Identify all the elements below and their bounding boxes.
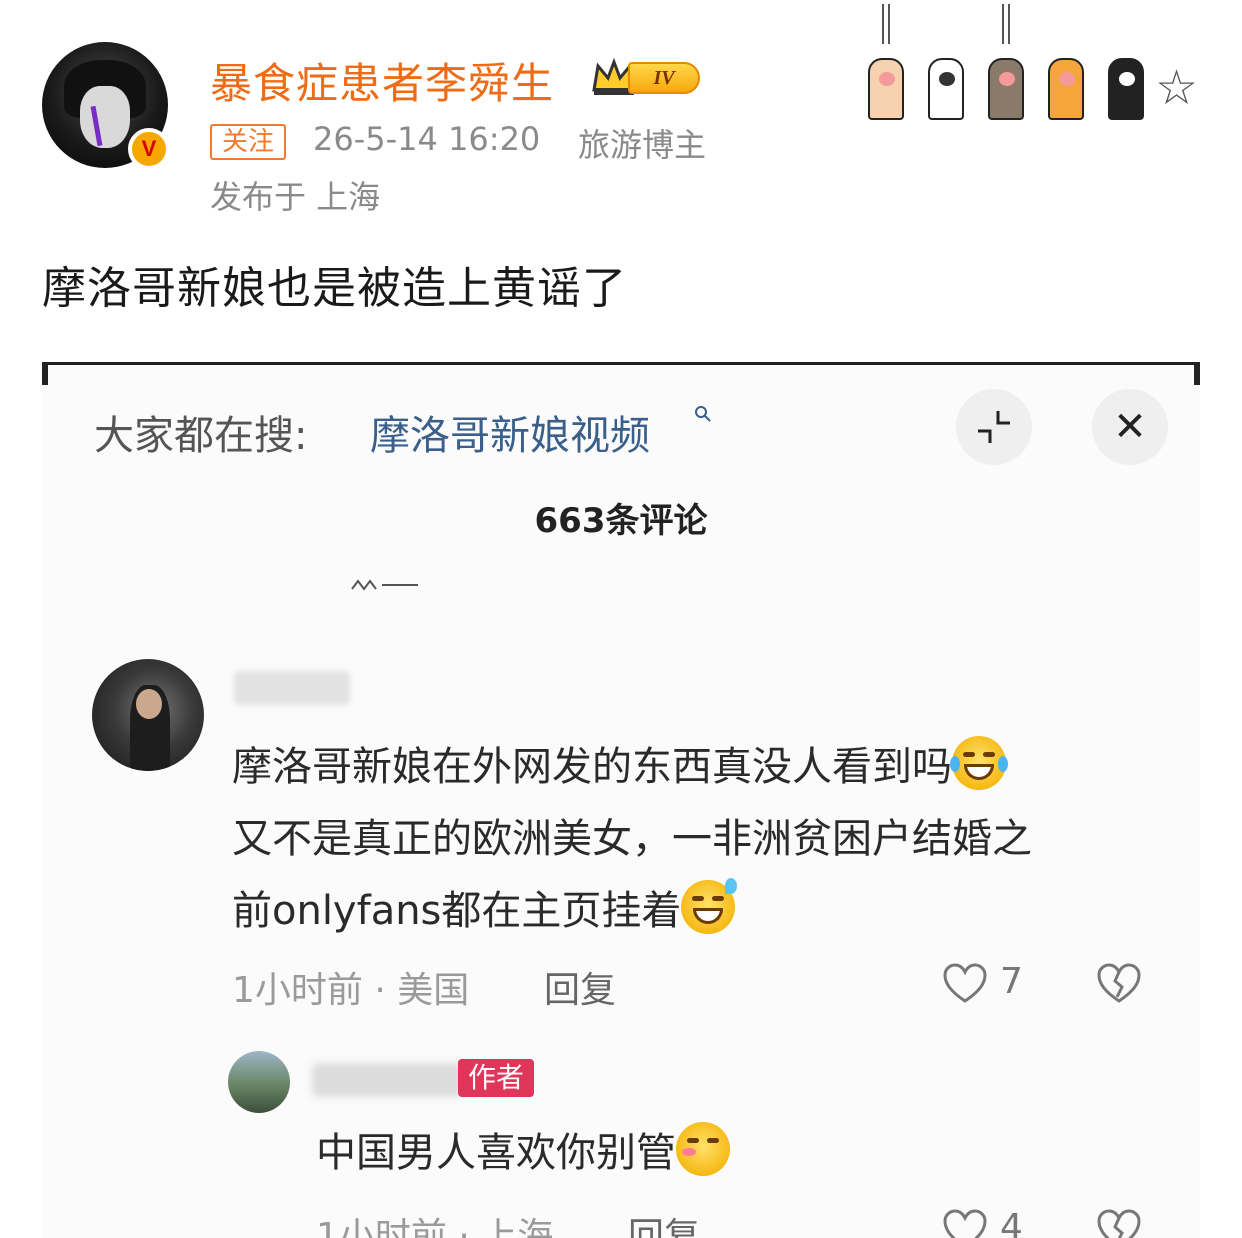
reply-button[interactable]: 回复 bbox=[544, 961, 616, 1013]
collapse-icon bbox=[978, 411, 1010, 443]
paw-icon bbox=[868, 58, 904, 120]
like-count: 4 bbox=[1000, 1207, 1023, 1238]
scratch-mark bbox=[1002, 4, 1004, 44]
author-username[interactable]: 暴食症患者李舜生 bbox=[210, 50, 554, 111]
like-count: 7 bbox=[1000, 961, 1023, 1002]
search-icon bbox=[695, 406, 711, 422]
avatar-face bbox=[136, 689, 162, 719]
comment-line: 又不是真正的欧洲美女，一非洲贫困户结婚之 bbox=[232, 816, 1032, 862]
reply-text: 中国男人喜欢你别管 bbox=[316, 1117, 730, 1189]
heart-icon[interactable] bbox=[942, 963, 988, 1005]
smirk-emoji-icon bbox=[676, 1122, 730, 1176]
star-icon[interactable]: ☆ bbox=[1155, 64, 1198, 112]
search-prefix: 大家都在搜: bbox=[94, 413, 308, 459]
crying-laughing-emoji-icon bbox=[950, 736, 1008, 790]
comment-line: 前onlyfans都在主页挂着 bbox=[232, 888, 682, 934]
search-term-link[interactable]: 摩洛哥新娘视频 bbox=[370, 403, 650, 461]
author-tag: 旅游博主 bbox=[578, 126, 707, 164]
level-badge: IV bbox=[590, 56, 704, 98]
close-button[interactable]: ✕ bbox=[1092, 389, 1168, 465]
minimize-button[interactable] bbox=[956, 389, 1032, 465]
comment-count: 663条评论 bbox=[534, 501, 708, 541]
scratch-mark bbox=[882, 4, 884, 44]
comment-meta: 1小时前 · 美国 bbox=[232, 970, 470, 1011]
cat-paws-decoration: ☆ bbox=[862, 4, 1202, 120]
avatar-face bbox=[80, 86, 130, 148]
paw-icon bbox=[928, 58, 964, 120]
post-location: 发布于 上海 bbox=[210, 178, 381, 216]
scratch-mark bbox=[1008, 4, 1010, 44]
scribble-mark bbox=[351, 579, 418, 591]
broken-heart-icon[interactable] bbox=[1096, 1209, 1142, 1238]
broken-heart-icon[interactable] bbox=[1096, 963, 1142, 1005]
comment-line: 摩洛哥新娘在外网发的东西真没人看到吗 bbox=[232, 744, 952, 790]
post-time: 26-5-14 16:20 bbox=[313, 120, 541, 158]
comment-text: 摩洛哥新娘在外网发的东西真没人看到吗 又不是真正的欧洲美女，一非洲贫困户结婚之 … bbox=[232, 731, 1162, 947]
grinning-sweat-emoji-icon bbox=[681, 878, 738, 934]
scratch-mark bbox=[888, 4, 890, 44]
follow-button[interactable]: 关注 bbox=[210, 124, 287, 160]
blurred-username[interactable] bbox=[312, 1063, 462, 1097]
post-text: 摩洛哥新娘也是被造上黄谣了 bbox=[42, 263, 627, 314]
reply-avatar[interactable] bbox=[228, 1051, 290, 1113]
verified-badge-icon: V bbox=[128, 128, 170, 170]
author-badge: 作者 bbox=[458, 1059, 535, 1097]
blurred-username[interactable] bbox=[234, 671, 350, 705]
close-icon: ✕ bbox=[1113, 404, 1147, 450]
paw-icon bbox=[1108, 58, 1144, 120]
reply-line: 中国男人喜欢你别管 bbox=[316, 1130, 676, 1176]
paw-icon bbox=[1048, 58, 1084, 120]
commenter-avatar[interactable] bbox=[92, 659, 204, 771]
level-label: IV bbox=[628, 62, 700, 94]
embedded-screenshot: 大家都在搜: 摩洛哥新娘视频 ✕ 663条评论 摩洛哥新娘在外网发的东西真没人看… bbox=[42, 362, 1200, 1238]
paw-icon bbox=[988, 58, 1024, 120]
reply-meta: 1小时前 · 上海 bbox=[316, 1216, 554, 1238]
heart-icon[interactable] bbox=[942, 1209, 988, 1238]
reply-button[interactable]: 回复 bbox=[628, 1207, 700, 1238]
